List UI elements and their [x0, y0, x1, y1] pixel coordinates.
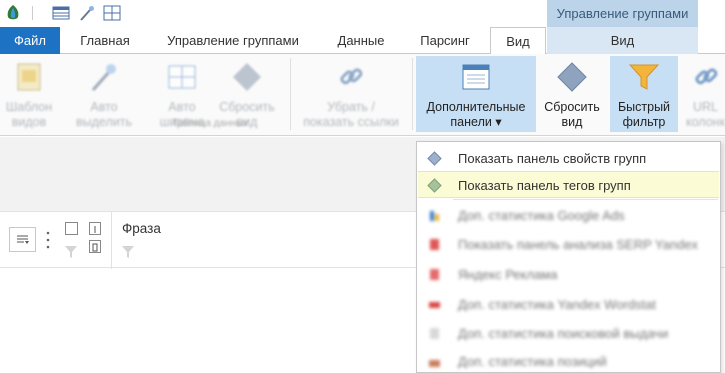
reset-view-button[interactable]: Сбросить вид: [538, 56, 606, 132]
serp-icon: [430, 328, 439, 339]
ribbon-panel: Шаблон видов Авто выделить Авто ширина С…: [0, 54, 725, 136]
magic-wand-icon[interactable]: [78, 4, 96, 22]
positions-icon: [429, 360, 440, 367]
template-icon: [17, 63, 41, 91]
link-icon: [694, 68, 717, 85]
menu-item-group-tags[interactable]: Показать панель тегов групп: [418, 171, 719, 198]
tab-parsing[interactable]: Парсинг: [406, 27, 484, 54]
tab-file[interactable]: Файл: [0, 27, 60, 54]
diamond-icon: [427, 151, 442, 166]
funnel-icon: [628, 64, 660, 90]
column-separator: [111, 212, 112, 269]
table-icon[interactable]: [52, 4, 70, 22]
filter-icon[interactable]: [122, 245, 134, 259]
diamond-green-icon: [427, 178, 442, 193]
wordstat-icon: [429, 302, 440, 308]
tab-data[interactable]: Данные: [322, 27, 400, 54]
tab-group-management[interactable]: Управление группами: [150, 27, 316, 54]
column-chooser-icon: [17, 235, 29, 244]
tab-home[interactable]: Главная: [66, 27, 144, 54]
column-chooser-button[interactable]: [9, 227, 36, 252]
url-columns-button[interactable]: URL колонки: [686, 56, 725, 132]
ribbon-group-label: Таблица данных: [171, 118, 249, 129]
app-logo-icon[interactable]: [5, 4, 21, 22]
magic-wand-icon: [91, 64, 116, 91]
grid-icon[interactable]: [103, 4, 121, 22]
quick-filter-button[interactable]: Быстрый фильтр: [610, 56, 678, 132]
view-templates-button[interactable]: Шаблон видов: [0, 56, 58, 132]
menu-item-wordstat[interactable]: Доп. статистика Yandex Wordstat: [418, 291, 719, 318]
menu-item-serp-yandex[interactable]: Показать панель анализа SERP Yandex: [418, 231, 719, 258]
drag-handle-icon[interactable]: [46, 229, 50, 251]
ribbon-separator: [412, 58, 413, 130]
diamond-icon: [557, 62, 587, 92]
menu-separator: [453, 199, 718, 200]
menu-item-yandex-ads[interactable]: Яндекс Реклама: [418, 261, 719, 288]
panel-icon: [462, 64, 490, 90]
menu-item-serp-stats[interactable]: Доп. статистика поисковой выдачи: [418, 320, 719, 347]
filter-icon[interactable]: [65, 245, 77, 259]
select-all-checkbox[interactable]: [65, 222, 78, 235]
google-ads-icon: [430, 211, 439, 221]
toggle-links-button[interactable]: Убрать / показать ссылки: [296, 56, 406, 132]
diamond-icon: [233, 63, 261, 91]
menu-item-group-properties[interactable]: Показать панель свойств групп: [418, 145, 719, 172]
tab-context-view[interactable]: Вид: [547, 27, 698, 54]
toolbar-separator: [32, 6, 33, 20]
ribbon-tabs: Файл Главная Управление группами Данные …: [0, 27, 725, 55]
link-icon: [340, 68, 363, 85]
context-group-header: Управление группами: [547, 0, 698, 27]
row-status-box[interactable]: [89, 222, 101, 235]
columns-icon: [168, 65, 196, 89]
column-header-phrase[interactable]: Фраза: [122, 221, 161, 236]
yandex-ads-icon: [430, 269, 439, 280]
menu-item-google-ads[interactable]: Доп. статистика Google Ads: [418, 202, 719, 229]
menu-item-positions[interactable]: Доп. статистика позиций: [418, 348, 719, 373]
yandex-icon: [430, 239, 439, 250]
additional-panels-button[interactable]: Дополнительные панели ▾: [416, 56, 536, 132]
additional-panels-menu: Показать панель свойств групп Показать п…: [416, 141, 721, 373]
tab-view[interactable]: Вид: [490, 27, 546, 55]
row-number-box[interactable]: [89, 240, 101, 253]
